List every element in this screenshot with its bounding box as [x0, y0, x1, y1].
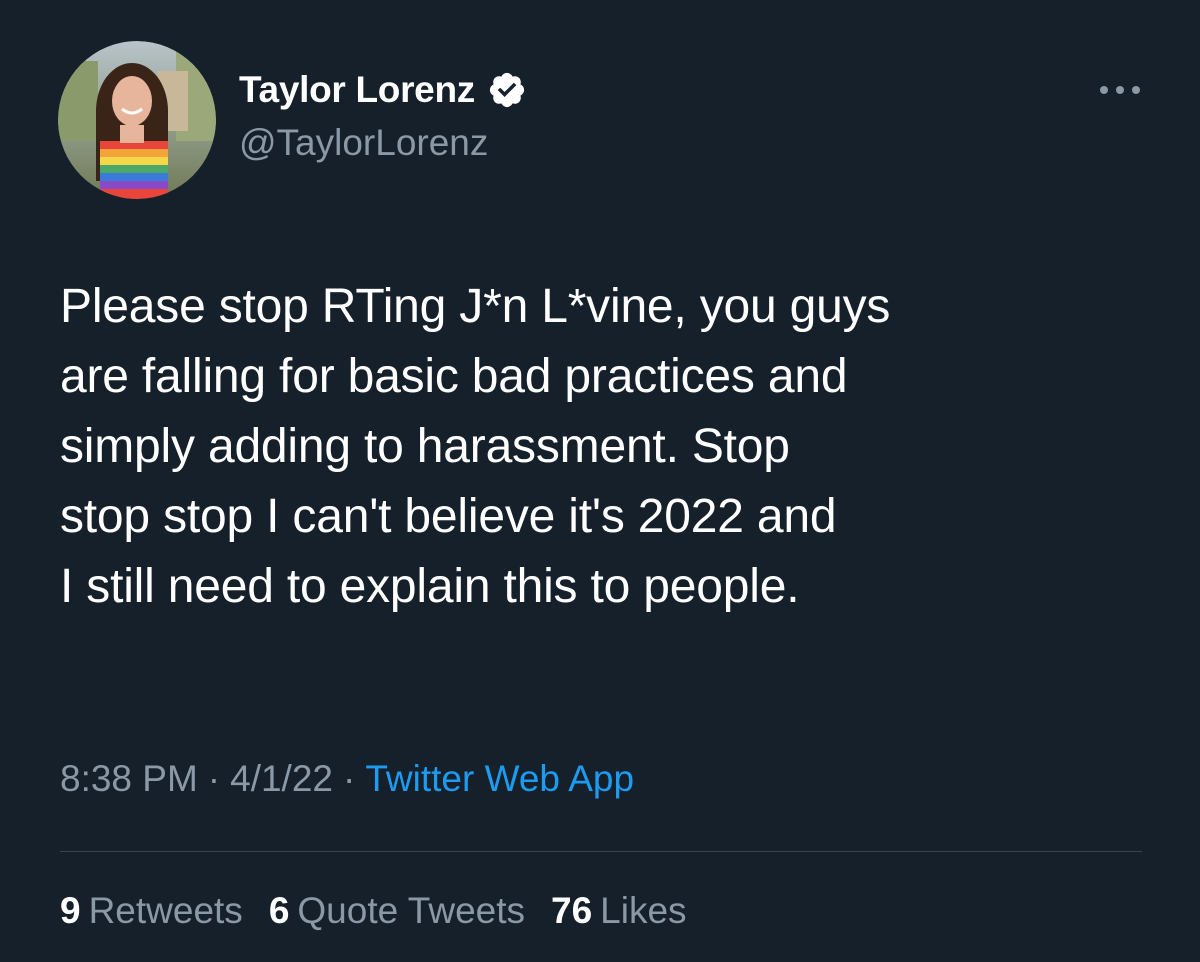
author-display-name[interactable]: Taylor Lorenz: [239, 69, 475, 111]
tweet-date[interactable]: 4/1/22: [230, 758, 333, 799]
meta-separator: ·: [207, 758, 221, 799]
tweet-text-line: simply adding to harassment. Stop: [60, 420, 790, 473]
tweet-detail: Taylor Lorenz @TaylorLorenz Please stop …: [0, 0, 1200, 962]
tweet-time[interactable]: 8:38 PM: [60, 758, 198, 799]
tweet-stats: 9 Retweets 6 Quote Tweets 76 Likes: [60, 890, 713, 932]
divider: [60, 851, 1142, 852]
retweets-stat[interactable]: 9 Retweets: [60, 890, 243, 932]
tweet-text-line: stop stop I can't believe it's 2022 and: [60, 490, 837, 543]
verified-badge-icon: [487, 70, 527, 110]
quote-tweets-stat[interactable]: 6 Quote Tweets: [269, 890, 525, 932]
avatar-image: [58, 41, 216, 199]
tweet-text-line: are falling for basic bad practices and: [60, 350, 848, 403]
likes-label: Likes: [600, 890, 687, 931]
likes-stat[interactable]: 76 Likes: [551, 890, 687, 932]
quote-tweets-label: Quote Tweets: [297, 890, 526, 931]
author-handle[interactable]: @TaylorLorenz: [239, 122, 488, 164]
tweet-text: Please stop RTing J*n L*vine, you guys a…: [60, 272, 1170, 622]
tweet-meta: 8:38 PM · 4/1/22 · Twitter Web App: [60, 758, 634, 800]
retweets-count: 9: [60, 890, 81, 931]
more-options-button[interactable]: [1090, 70, 1150, 110]
retweets-label: Retweets: [88, 890, 243, 931]
tweet-text-line: I still need to explain this to people.: [60, 560, 800, 613]
tweet-text-line: Please stop RTing J*n L*vine, you guys: [60, 280, 891, 333]
quote-tweets-count: 6: [268, 890, 290, 931]
meta-separator: ·: [343, 758, 356, 799]
likes-count: 76: [551, 890, 593, 931]
avatar[interactable]: [58, 41, 216, 199]
author-name-row: Taylor Lorenz: [239, 64, 527, 116]
more-horizontal-icon: [1100, 86, 1140, 94]
tweet-source-link[interactable]: Twitter Web App: [365, 758, 634, 799]
